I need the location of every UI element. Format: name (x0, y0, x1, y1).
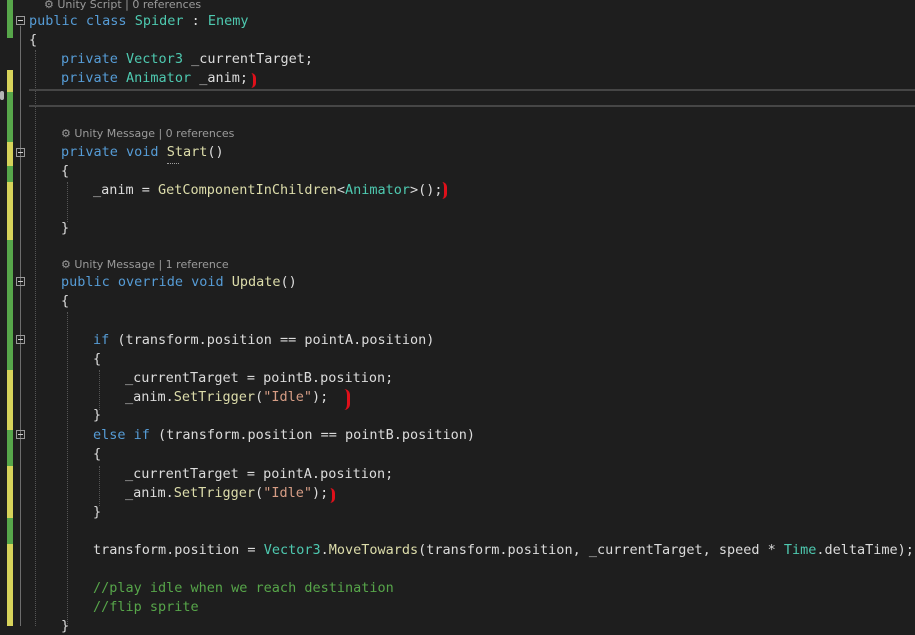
codelens-class[interactable]: ⚙ Unity Script | 0 references (44, 0, 201, 12)
change-marker (7, 240, 13, 370)
method-name: Start (166, 144, 208, 160)
fold-toggle-icon[interactable] (16, 335, 25, 344)
code-line-if[interactable]: if (transform.position == pointA.positio… (93, 331, 434, 349)
fold-toggle-icon[interactable] (16, 16, 25, 25)
unity-gear-icon: ⚙ (61, 258, 75, 271)
base-class-name: Enemy (207, 13, 249, 29)
change-marker (7, 0, 13, 38)
red-annotation-mark (330, 488, 335, 503)
code-line[interactable]: } (61, 617, 69, 635)
red-annotation-mark (251, 73, 256, 88)
indent-guide (67, 312, 68, 626)
change-marker (7, 182, 13, 240)
code-line-get-component[interactable]: _anim = GetComponentInChildren<Animator>… (93, 181, 443, 199)
code-line[interactable]: } (61, 219, 69, 237)
class-name: Spider (134, 13, 184, 29)
code-line[interactable]: { (93, 350, 101, 368)
indent-guide (99, 370, 100, 410)
code-line-class-declaration[interactable]: public class Spider : Enemy (29, 12, 249, 30)
method-name: Update (231, 274, 281, 290)
code-line[interactable]: { (61, 292, 69, 310)
indent-guide (99, 466, 100, 506)
keyword: public (29, 13, 78, 29)
change-marker (7, 430, 13, 466)
change-marker (7, 466, 13, 518)
codelens-update[interactable]: ⚙ Unity Message | 1 reference (61, 258, 229, 272)
code-line[interactable]: } (93, 503, 101, 521)
change-marker (7, 166, 13, 182)
code-line-move-towards[interactable]: transform.position = Vector3.MoveTowards… (93, 541, 914, 559)
fold-toggle-icon[interactable] (16, 277, 25, 286)
code-line[interactable]: { (93, 445, 101, 463)
red-annotation-mark (442, 182, 447, 199)
change-marker (7, 544, 13, 626)
indent-guide (35, 50, 36, 626)
change-marker (7, 70, 13, 92)
code-line[interactable]: { (61, 162, 69, 180)
code-line-set-trigger[interactable]: _anim.SetTrigger("Idle"); (125, 388, 328, 406)
breakpoint-glyph[interactable] (0, 91, 4, 100)
fold-toggle-icon[interactable] (16, 148, 25, 157)
keyword: class (85, 13, 127, 29)
code-line-set-trigger[interactable]: _anim.SetTrigger("Idle"); (125, 484, 328, 502)
unity-gear-icon: ⚙ (61, 127, 75, 140)
codelens-start[interactable]: ⚙ Unity Message | 0 references (61, 127, 234, 141)
fold-line (20, 26, 21, 626)
change-marker (7, 142, 13, 166)
fold-toggle-icon[interactable] (16, 430, 25, 439)
code-line-update-declaration[interactable]: public override void Update() (61, 273, 297, 291)
code-line[interactable]: { (29, 31, 37, 49)
change-marker (7, 370, 13, 430)
code-line-else-if[interactable]: else if (transform.position == pointB.po… (93, 426, 475, 444)
code-line-field-current-target[interactable]: private Vector3 _currentTarget; (61, 50, 313, 68)
code-line[interactable]: } (93, 406, 101, 424)
suggestion-dots (167, 163, 179, 164)
code-line-assign-target[interactable]: _currentTarget = pointA.position; (125, 465, 393, 483)
code-line-assign-target[interactable]: _currentTarget = pointB.position; (125, 369, 393, 387)
code-comment[interactable]: //flip sprite (93, 598, 199, 616)
code-line-start-declaration[interactable]: private void Start() (61, 143, 224, 161)
code-comment[interactable]: //play idle when we reach destination (93, 579, 394, 597)
change-marker (7, 518, 13, 544)
current-line-highlight (29, 89, 915, 107)
indent-guide (67, 182, 68, 222)
code-line-field-anim[interactable]: private Animator _anim; (61, 69, 248, 87)
red-annotation-mark (340, 389, 350, 410)
unity-gear-icon: ⚙ (44, 0, 58, 11)
change-marker (7, 92, 13, 142)
